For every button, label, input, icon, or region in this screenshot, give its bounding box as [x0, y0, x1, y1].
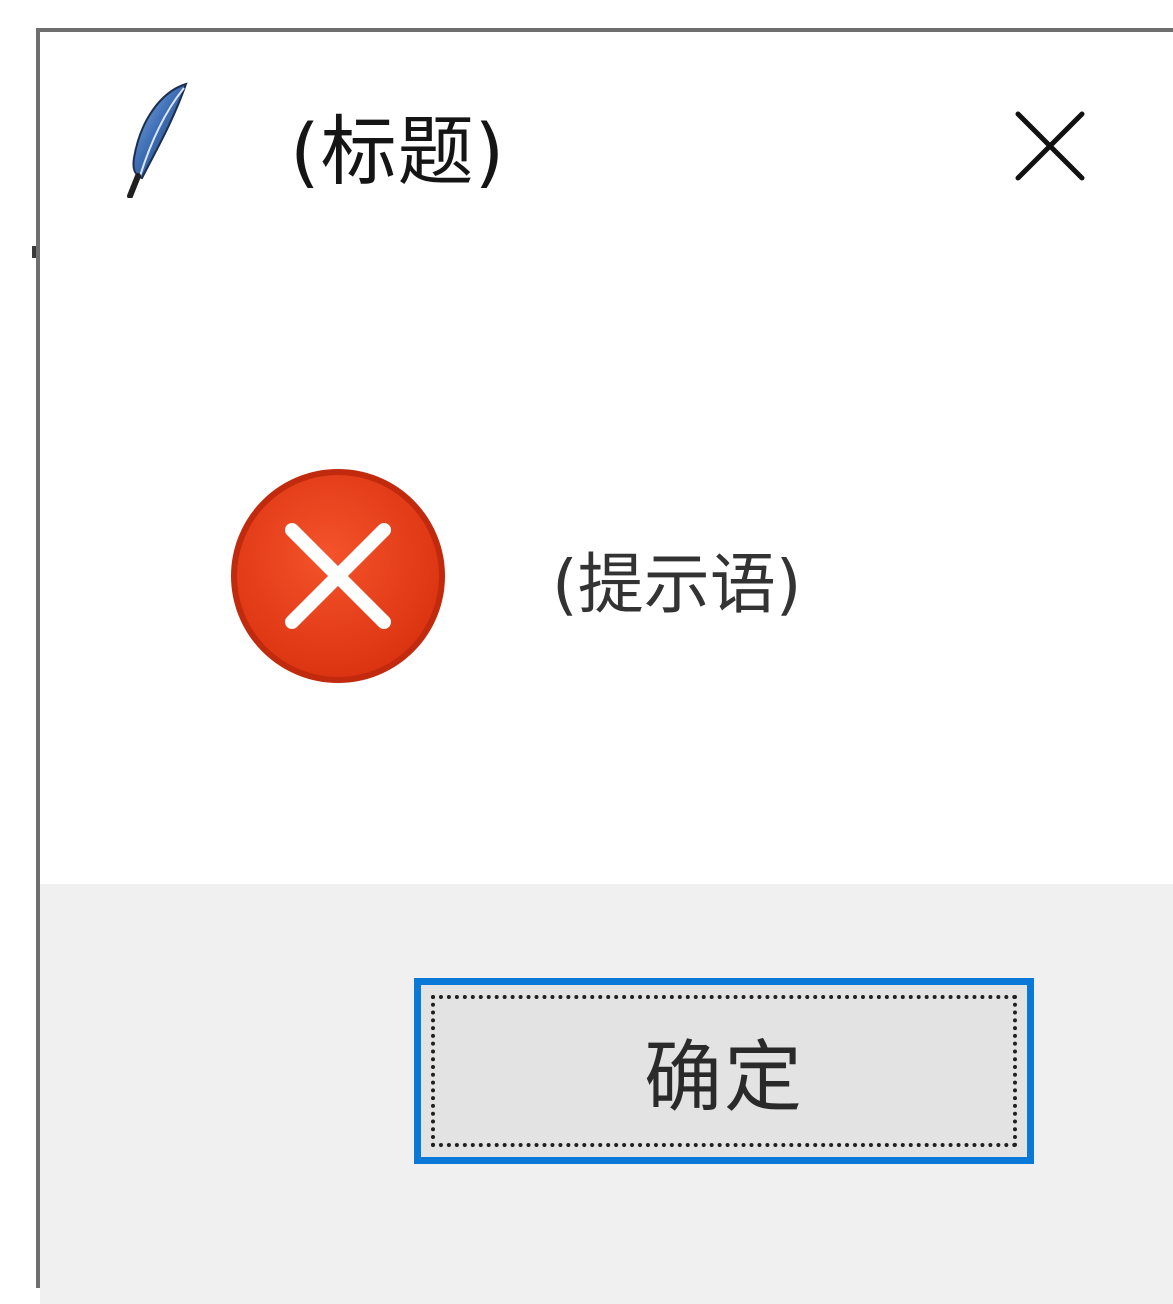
dialog-footer: 确定 [40, 884, 1173, 1304]
feather-icon [127, 82, 188, 198]
ok-button-label: 确定 [643, 1033, 804, 1123]
error-icon [231, 469, 445, 683]
title-bar[interactable]: (标题) [40, 32, 1173, 252]
message-dialog: (标题) (提示语) 确定 [36, 28, 1173, 1304]
dialog-message: (提示语) [552, 546, 802, 623]
window-title: (标题) [290, 107, 506, 196]
ok-button[interactable]: 确定 [414, 978, 1034, 1164]
close-icon[interactable] [1008, 104, 1092, 188]
dialog-content: (提示语) [40, 252, 1173, 884]
